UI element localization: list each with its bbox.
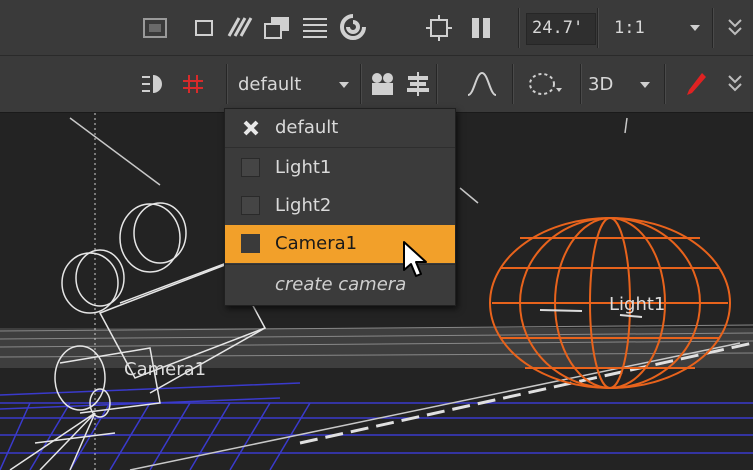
sync-icon[interactable]	[338, 12, 368, 44]
view-mode-value[interactable]: 3D	[588, 75, 613, 95]
checkbox	[241, 234, 260, 253]
camera-dropdown-arrow[interactable]	[339, 82, 349, 88]
menu-item-default[interactable]: default	[225, 109, 455, 147]
viewer-toolbar-second: default 3D	[0, 56, 753, 113]
mouse-cursor-icon	[400, 240, 432, 280]
overlay-icon[interactable]	[262, 14, 292, 42]
checkmark-x-icon	[241, 118, 261, 138]
viewer-toolbar-top: 24.7' 1:1	[0, 0, 753, 56]
menu-item-label: create camera	[275, 274, 407, 295]
pause-icon[interactable]	[468, 14, 494, 42]
roi-icon[interactable]	[192, 16, 216, 40]
curve-icon[interactable]	[466, 70, 498, 98]
chevron-double-icon[interactable]	[724, 14, 746, 42]
crosshair-icon[interactable]	[424, 14, 454, 42]
menu-item-label: Light1	[275, 157, 332, 178]
camera-select-icon[interactable]	[368, 70, 398, 98]
mask-icon[interactable]	[142, 16, 168, 40]
pen-icon[interactable]	[684, 70, 708, 98]
checkbox	[241, 196, 260, 215]
zoom-value: 24.7'	[532, 18, 584, 38]
view-mode-dropdown-arrow[interactable]	[640, 82, 650, 88]
menu-item-label: Light2	[275, 195, 332, 216]
menu-item-light1[interactable]: Light1	[225, 149, 455, 187]
chevron-double-icon[interactable]	[724, 70, 746, 98]
checkbox	[241, 158, 260, 177]
camera-label: Camera1	[124, 359, 207, 380]
selection-icon[interactable]	[526, 70, 570, 98]
menu-item-label: default	[275, 117, 339, 138]
lines-icon[interactable]	[300, 14, 330, 42]
wipe-icon[interactable]	[225, 14, 255, 42]
menu-item-light2[interactable]: Light2	[225, 187, 455, 225]
ratio-value: 1:1	[614, 18, 645, 38]
align-icon[interactable]	[404, 70, 432, 98]
camera-select-value[interactable]: default	[238, 75, 301, 95]
menu-item-label: Camera1	[275, 233, 358, 254]
ratio-dropdown-arrow[interactable]	[690, 25, 700, 31]
grid-icon[interactable]	[180, 72, 206, 96]
light-label: Light1	[609, 294, 666, 315]
light-icon[interactable]	[140, 72, 170, 96]
